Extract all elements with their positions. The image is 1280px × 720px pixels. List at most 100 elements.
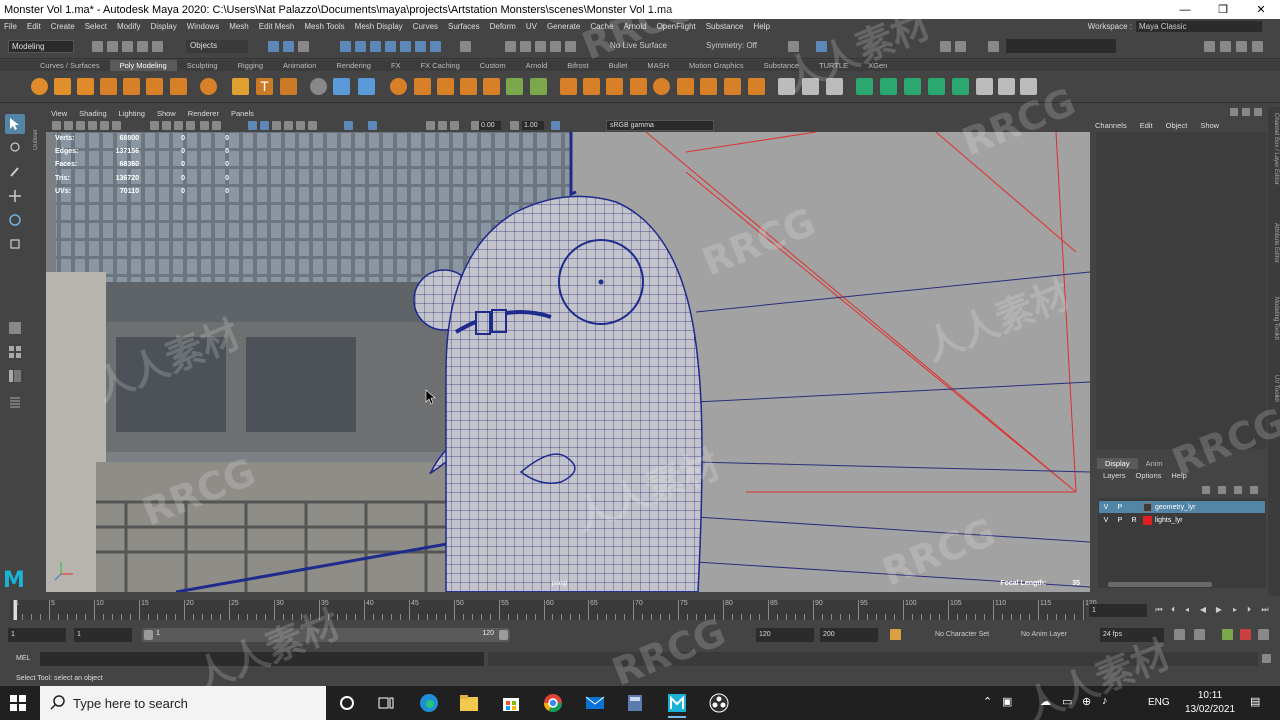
soft-edge-icon[interactable] bbox=[928, 78, 945, 95]
layer-menu-options[interactable]: Options bbox=[1136, 471, 1162, 480]
layer-playback-toggle[interactable]: P bbox=[1113, 504, 1127, 511]
save-scene-icon[interactable] bbox=[122, 41, 133, 52]
select-rendering-icon[interactable] bbox=[430, 41, 441, 52]
menu-edit[interactable]: Edit bbox=[27, 22, 41, 31]
shelf-tab-substance[interactable]: Substance bbox=[754, 60, 809, 71]
maximize-button[interactable]: ❐ bbox=[1204, 0, 1242, 19]
script-editor-icon[interactable] bbox=[1262, 654, 1271, 663]
separate-icon[interactable] bbox=[414, 78, 431, 95]
step-back-frame-icon[interactable]: ◂ bbox=[1182, 604, 1192, 615]
shelf-tab-custom[interactable]: Custom bbox=[470, 60, 516, 71]
xray-icon[interactable] bbox=[904, 78, 921, 95]
obs-studio-icon[interactable] bbox=[706, 690, 732, 716]
taskbar-search-box[interactable]: Type here to search bbox=[40, 686, 326, 720]
rotate-tool-icon[interactable] bbox=[5, 210, 25, 230]
film-gate-icon[interactable] bbox=[162, 121, 171, 130]
time-ruler[interactable]: 1 5 10 15 20 25 30 35 40 45 50 55 60 65 70 75 80 85 90 95 10… bbox=[10, 600, 1097, 620]
poly-torus-icon[interactable] bbox=[123, 78, 140, 95]
menu-create[interactable]: Create bbox=[51, 22, 75, 31]
gamma-field[interactable]: 1.00 bbox=[522, 121, 544, 130]
select-surfaces-icon[interactable] bbox=[385, 41, 396, 52]
snap-point-icon[interactable] bbox=[535, 41, 546, 52]
select-curves-icon[interactable] bbox=[370, 41, 381, 52]
unfold-icon[interactable] bbox=[778, 78, 795, 95]
layer-tab-anim[interactable]: Anim bbox=[1138, 458, 1171, 469]
tool-settings-icon[interactable] bbox=[1236, 41, 1247, 52]
wireframe-shaded-icon[interactable] bbox=[880, 78, 897, 95]
anim-layer-dropdown[interactable]: No Anim Layer bbox=[1021, 631, 1067, 638]
select-deformations-icon[interactable] bbox=[400, 41, 411, 52]
field-chart-icon[interactable] bbox=[200, 121, 209, 130]
cortana-icon[interactable] bbox=[334, 690, 360, 716]
camera-attributes-icon[interactable] bbox=[64, 121, 73, 130]
range-slider[interactable]: 1 120 bbox=[142, 628, 510, 642]
globe-icon[interactable]: ⊕ bbox=[1082, 695, 1091, 708]
lock-selection-icon[interactable] bbox=[460, 41, 471, 52]
paint-select-icon[interactable] bbox=[5, 162, 25, 182]
outliner-tab-label[interactable]: Outliner bbox=[33, 110, 43, 150]
gate-mask-icon[interactable] bbox=[186, 121, 195, 130]
workspace-dropdown[interactable]: Maya Classic bbox=[1136, 21, 1262, 32]
uv-snapshot-icon[interactable] bbox=[333, 78, 350, 95]
layer-list-scrollbar[interactable] bbox=[1108, 582, 1212, 587]
menu-set-dropdown[interactable]: Modeling bbox=[8, 40, 74, 53]
task-view-icon[interactable] bbox=[373, 690, 399, 716]
step-back-key-icon[interactable]: ⏴ bbox=[1168, 604, 1178, 615]
render-view-icon[interactable] bbox=[816, 41, 827, 52]
panel-search-icon[interactable] bbox=[1230, 108, 1238, 116]
redo-icon[interactable] bbox=[152, 41, 163, 52]
menu-display[interactable]: Display bbox=[151, 22, 177, 31]
shelf-tab-curves-surfaces[interactable]: Curves / Surfaces bbox=[30, 60, 110, 71]
range-start-handle[interactable] bbox=[144, 630, 153, 640]
smooth-shade-icon[interactable] bbox=[260, 121, 269, 130]
layer-color-swatch[interactable] bbox=[1143, 502, 1152, 512]
modeling-toolkit-icon[interactable] bbox=[1204, 41, 1215, 52]
poly-cylinder-icon[interactable] bbox=[77, 78, 94, 95]
menu-edit-mesh[interactable]: Edit Mesh bbox=[259, 22, 295, 31]
insert-edge-loop-icon[interactable] bbox=[653, 78, 670, 95]
menu-select[interactable]: Select bbox=[85, 22, 107, 31]
undo-icon[interactable] bbox=[137, 41, 148, 52]
grid-icon[interactable] bbox=[150, 121, 159, 130]
layer-display-type-toggle[interactable]: R bbox=[1127, 517, 1141, 524]
shelf-tab-fx[interactable]: FX bbox=[381, 60, 411, 71]
object-mode-icon[interactable] bbox=[283, 41, 294, 52]
playback-options-icon[interactable] bbox=[1194, 629, 1205, 640]
shelf-tab-animation[interactable]: Animation bbox=[273, 60, 326, 71]
safe-action-icon[interactable] bbox=[212, 121, 221, 130]
side-tab-uv-toolkit[interactable]: UV Toolkit bbox=[1269, 375, 1279, 402]
collapse-icon[interactable] bbox=[724, 78, 741, 95]
shelf-tab-poly-modeling[interactable]: Poly Modeling bbox=[109, 60, 177, 71]
animation-start-field[interactable]: 1 bbox=[8, 628, 66, 642]
maya-taskbar-icon[interactable] bbox=[664, 690, 690, 718]
loop-icon[interactable] bbox=[1174, 629, 1185, 640]
image-plane-icon[interactable] bbox=[88, 121, 97, 130]
menu-mesh[interactable]: Mesh bbox=[229, 22, 249, 31]
poly-plane-icon[interactable] bbox=[146, 78, 163, 95]
cache-playback-icon[interactable] bbox=[1240, 629, 1251, 640]
select-tool-icon[interactable] bbox=[5, 114, 25, 134]
shelf-tab-turtle[interactable]: TURTLE bbox=[809, 60, 858, 71]
shadows-icon[interactable] bbox=[308, 121, 317, 130]
single-perspective-layout-icon[interactable] bbox=[5, 318, 25, 338]
onedrive-icon[interactable]: ☁ bbox=[1040, 695, 1051, 708]
move-layer-up-icon[interactable] bbox=[1202, 486, 1210, 494]
fps-dropdown[interactable]: 24 fps bbox=[1100, 628, 1164, 642]
menu-deform[interactable]: Deform bbox=[490, 22, 516, 31]
lasso-tool-icon[interactable] bbox=[5, 138, 25, 158]
screen-space-ao-icon[interactable] bbox=[426, 121, 435, 130]
shelf-tab-fx-caching[interactable]: FX Caching bbox=[411, 60, 470, 71]
super-shape-icon[interactable] bbox=[232, 78, 249, 95]
menu-modify[interactable]: Modify bbox=[117, 22, 141, 31]
current-frame-field[interactable]: 1 bbox=[1089, 604, 1147, 617]
construction-history-icon[interactable] bbox=[788, 41, 799, 52]
grease-pencil-icon[interactable] bbox=[112, 121, 121, 130]
four-view-layout-icon[interactable] bbox=[5, 342, 25, 362]
select-dynamics-icon[interactable] bbox=[415, 41, 426, 52]
color-space-dropdown[interactable]: sRGB gamma bbox=[606, 120, 714, 131]
multi-cut-icon[interactable] bbox=[606, 78, 623, 95]
step-forward-key-icon[interactable]: ⏵ bbox=[1244, 604, 1254, 615]
two-d-pan-icon[interactable] bbox=[100, 121, 109, 130]
shelf-tab-sculpting[interactable]: Sculpting bbox=[177, 60, 228, 71]
side-tab-modeling-toolkit[interactable]: Modeling Toolkit bbox=[1269, 297, 1279, 340]
